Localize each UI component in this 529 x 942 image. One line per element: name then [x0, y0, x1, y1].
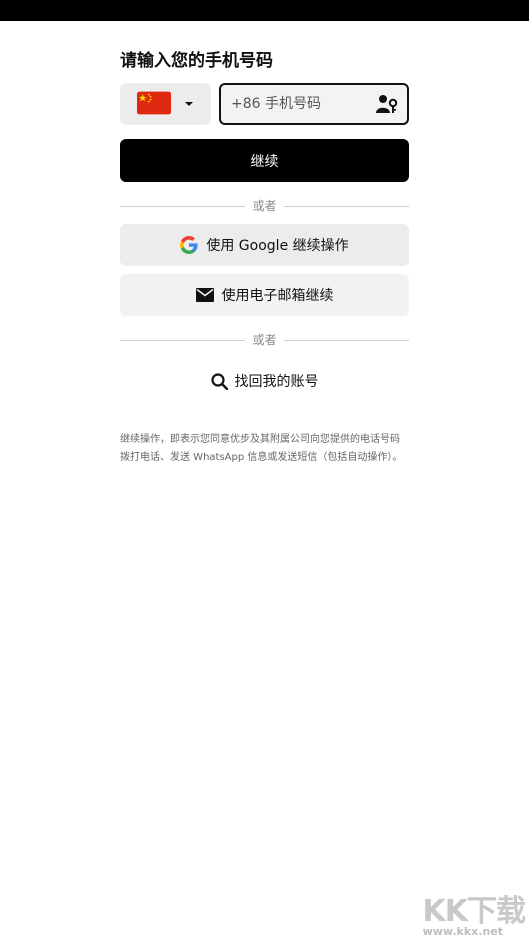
page-title: 请输入您的手机号码: [120, 51, 273, 71]
continue-button[interactable]: 继续: [120, 139, 409, 182]
email-continue-button[interactable]: 使用电子邮箱继续: [120, 274, 409, 316]
login-form: 请输入您的手机号码 继续 或者: [120, 48, 409, 463]
china-flag-icon: [137, 91, 171, 115]
google-icon: [180, 236, 198, 254]
phone-field[interactable]: [219, 83, 409, 125]
watermark: KK下载 www.kkx.net: [403, 886, 526, 938]
contact-key-icon: [376, 95, 398, 113]
divider-or-2: 或者: [120, 332, 409, 348]
country-code-selector[interactable]: [120, 83, 211, 125]
google-continue-button[interactable]: 使用 Google 继续操作: [120, 224, 409, 266]
watermark-url: www.kkx.net: [422, 925, 503, 938]
watermark-logo: KK下载: [422, 894, 526, 929]
find-account-link[interactable]: 找回我的账号: [120, 370, 409, 392]
phone-input[interactable]: [231, 85, 371, 123]
status-bar: [0, 0, 529, 21]
caret-down-icon: [185, 102, 193, 106]
email-button-label: 使用电子邮箱继续: [221, 288, 334, 304]
legal-disclaimer: 继续操作，即表示您同意优步及其附属公司向您提供的电话号码拨打电话、发送 What…: [120, 434, 403, 463]
google-button-label: 使用 Google 继续操作: [206, 238, 349, 254]
search-icon: [210, 372, 228, 390]
divider-or: 或者: [120, 198, 409, 214]
find-account-label: 找回我的账号: [234, 374, 319, 390]
phone-row: [120, 83, 409, 125]
mail-icon: [195, 288, 214, 302]
